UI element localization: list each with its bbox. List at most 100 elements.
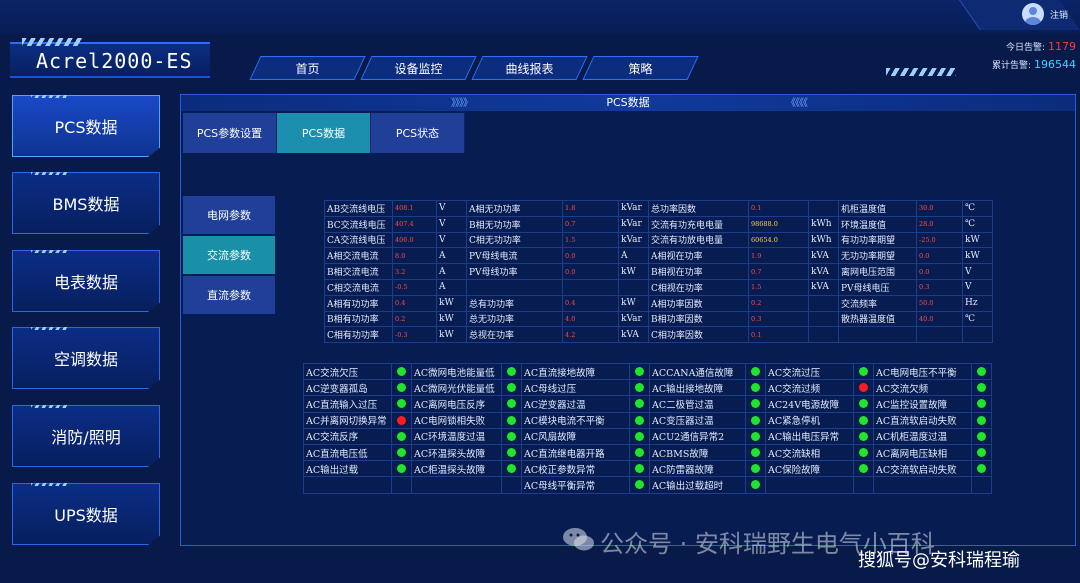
data-value: 4.0 <box>562 310 619 328</box>
status-label: ACCANA通信故障 <box>649 362 746 381</box>
data-value: 0.2 <box>748 294 809 312</box>
data-unit: kVar <box>618 310 649 328</box>
nav-device-monitor[interactable]: 设备监控 <box>366 56 471 80</box>
data-table-row: B相有功功率 0.2 kW 总无功功率 4.0 kVar B相功率因数 0.3 散热器温度值 40… <box>324 310 993 328</box>
status-table-row: AC母线平衡异常 AC输出过载超时 <box>303 476 992 494</box>
status-indicator-cell <box>391 395 412 413</box>
status-label: AC变压器过温 <box>649 411 746 429</box>
data-unit <box>808 200 839 217</box>
status-green-dot-icon <box>751 399 760 409</box>
sidebar-item-bms[interactable]: BMS数据 <box>12 172 160 234</box>
nav-strategy[interactable]: 策略 <box>588 56 693 80</box>
status-indicator-cell <box>853 411 874 429</box>
top-bar <box>0 0 1080 34</box>
total-alarm-count[interactable]: 196544 <box>1034 58 1076 71</box>
data-table-row: B相交流电流 3.2 A PV母线功率 0.0 kW B相视在功率 0.7 kVA 离网电压范围 0… <box>324 263 993 280</box>
status-green-dot-icon <box>751 367 760 377</box>
data-unit <box>618 278 649 296</box>
panel-title-bar: 》》》》 PCS数据 《《《《 <box>181 95 1075 111</box>
status-label: AC柜温探头故障 <box>411 460 502 478</box>
status-green-dot-icon <box>635 464 644 474</box>
data-value: 0.0 <box>562 263 619 280</box>
status-green-dot-icon <box>397 383 406 393</box>
status-green-dot-icon <box>977 399 986 409</box>
status-label: ACU2通信异常2 <box>649 427 746 445</box>
user-menu[interactable]: 注销 <box>1021 3 1068 25</box>
data-label: 环境温度值 <box>838 215 917 233</box>
sidebar-item-aircon[interactable]: 空调数据 <box>12 327 160 389</box>
status-green-dot-icon <box>977 431 986 441</box>
status-green-dot-icon <box>507 399 516 409</box>
subtab-ac-params[interactable]: 交流参数 <box>183 236 275 274</box>
sidebar-item-pcs[interactable]: PCS数据 <box>12 95 160 157</box>
status-label: AC交流反序 <box>303 427 392 445</box>
data-table-row: C相有功功率 -0.3 kW 总视在功率 4.2 kVA C相功率因数 0.1 <box>324 326 993 344</box>
status-label: AC输出接地故障 <box>649 379 746 397</box>
status-label <box>303 476 392 494</box>
data-value: 0.2 <box>392 310 437 328</box>
status-green-dot-icon <box>859 399 868 409</box>
status-table-row: AC交流欠压 AC微网电池能量低 AC直流接地故障 ACCANA通信故障 AC交流过压 A… <box>303 362 992 381</box>
status-label: AC微网电池能量低 <box>411 362 502 381</box>
sidebar-item-ups[interactable]: UPS数据 <box>12 483 160 545</box>
subtab-dc-params[interactable]: 直流参数 <box>183 276 275 314</box>
data-value <box>562 278 619 296</box>
data-unit: kW <box>618 263 649 280</box>
today-alarm-count[interactable]: 1179 <box>1048 40 1076 53</box>
status-indicator-cell <box>971 379 992 397</box>
data-label: A相交流电流 <box>324 247 393 265</box>
status-label: AC紧急停机 <box>765 411 854 429</box>
status-indicator-cell <box>745 427 766 445</box>
tab-pcs-status[interactable]: PCS状态 <box>371 113 465 153</box>
data-unit <box>808 294 839 312</box>
watermark-sohu: 搜狐号@安科瑞程瑜 <box>858 550 1020 571</box>
data-label: 交流有功放电电量 <box>648 231 749 249</box>
status-label: AC防雷器故障 <box>649 460 746 478</box>
status-indicator-cell <box>853 362 874 381</box>
data-label: A相视在功率 <box>648 247 749 265</box>
status-label: AC输出过载超时 <box>649 476 746 494</box>
tab-pcs-data[interactable]: PCS数据 <box>277 113 371 153</box>
data-value: 0.7 <box>748 263 809 280</box>
data-label <box>838 326 917 344</box>
data-table-row: BC交流线电压 407.4 V B相无功功率 0.7 kVar 交流有功充电电量 98688.… <box>324 215 993 233</box>
nav-home[interactable]: 首页 <box>255 56 360 80</box>
data-label: 机柜温度值 <box>838 200 917 217</box>
data-value: 30.0 <box>916 200 963 217</box>
data-label: 交流频率 <box>838 294 917 312</box>
status-label: AC监控设置故障 <box>873 395 972 413</box>
total-alarm-label: 累计告警: <box>991 61 1031 71</box>
sidebar-item-meter[interactable]: 电表数据 <box>12 250 160 312</box>
data-label: 无功功率期望 <box>838 247 917 265</box>
tab-pcs-settings[interactable]: PCS参数设置 <box>183 113 277 153</box>
status-label: AC逆变器过温 <box>521 395 630 413</box>
pcs-data-panel: 》》》》 PCS数据 《《《《 PCS参数设置 PCS数据 PCS状态 电网参数… <box>180 94 1076 546</box>
status-indicator-cell <box>971 443 992 462</box>
status-green-dot-icon <box>751 383 760 393</box>
data-unit <box>962 326 993 344</box>
user-avatar-icon[interactable] <box>1021 3 1044 25</box>
subtab-grid-params[interactable]: 电网参数 <box>183 196 275 234</box>
data-unit: Hz <box>962 294 993 312</box>
data-unit: kW <box>618 294 649 312</box>
data-label: B相无功功率 <box>466 215 563 233</box>
data-value: 0.1 <box>748 200 809 217</box>
data-label: B相有功功率 <box>324 310 393 328</box>
sidebar-stripes-decoration <box>31 405 67 408</box>
data-value: 0.3 <box>916 278 963 296</box>
status-green-dot-icon <box>977 464 986 474</box>
sidebar-item-fire-lighting[interactable]: 消防/照明 <box>12 405 160 467</box>
sidebar-stripes-decoration <box>31 172 67 175</box>
status-indicator-cell <box>391 379 412 397</box>
data-label: CA交流线电压 <box>324 231 393 249</box>
data-value: 408.1 <box>392 200 437 217</box>
data-value: 40.0 <box>916 310 963 328</box>
nav-curve-report[interactable]: 曲线报表 <box>477 56 582 80</box>
logout-link[interactable]: 注销 <box>1050 8 1068 21</box>
fault-status-table: AC交流欠压 AC微网电池能量低 AC直流接地故障 ACCANA通信故障 AC交流过压 A… <box>303 362 992 494</box>
status-green-dot-icon <box>859 415 868 425</box>
today-alarm-label: 今日告警: <box>1005 43 1045 53</box>
status-green-dot-icon <box>507 367 516 377</box>
status-label: AC24V电源故障 <box>765 395 854 413</box>
status-table-row: AC逆变器孤岛 AC微网光伏能量低 AC母线过压 AC输出接地故障 AC交流过频 AC交流… <box>303 379 992 397</box>
